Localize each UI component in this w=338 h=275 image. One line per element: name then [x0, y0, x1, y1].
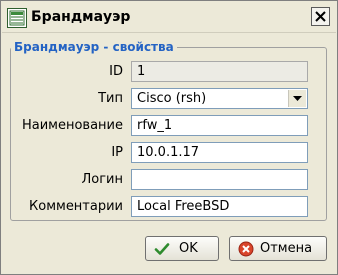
type-label: Тип — [98, 91, 123, 106]
group-title: Брандмауэр - свойства — [11, 40, 177, 54]
grid-window-icon — [7, 8, 27, 28]
comment-input[interactable]: Local FreeBSD — [131, 196, 308, 217]
ok-button[interactable]: OK — [145, 236, 219, 261]
close-icon — [315, 11, 326, 22]
window-title: Брандмауэр — [31, 9, 131, 25]
cancel-button-label: Отмена — [260, 241, 313, 256]
title-bar[interactable]: Брандмауэр — [2, 2, 336, 33]
cancel-button[interactable]: Отмена — [229, 236, 327, 261]
dialog-window: Брандмауэр Брандмауэр - свойства ID 1 Ти… — [0, 0, 338, 275]
checkmark-icon — [154, 243, 170, 255]
id-field: 1 — [131, 61, 308, 82]
name-label: Наименование — [21, 118, 123, 133]
ip-input[interactable]: 10.0.1.17 — [131, 142, 308, 163]
cancel-icon — [238, 241, 254, 257]
login-input[interactable] — [131, 169, 308, 190]
type-select-value: Cisco (rsh) — [137, 91, 207, 106]
chevron-down-icon[interactable] — [288, 90, 306, 107]
name-input[interactable]: rfw_1 — [131, 115, 308, 136]
login-label: Логин — [81, 172, 123, 187]
comment-label: Комментарии — [29, 199, 123, 214]
ip-label: IP — [111, 145, 123, 160]
id-label: ID — [109, 64, 123, 79]
ok-button-label: OK — [179, 241, 198, 256]
close-button[interactable] — [311, 7, 330, 26]
type-select[interactable]: Cisco (rsh) — [131, 88, 308, 109]
